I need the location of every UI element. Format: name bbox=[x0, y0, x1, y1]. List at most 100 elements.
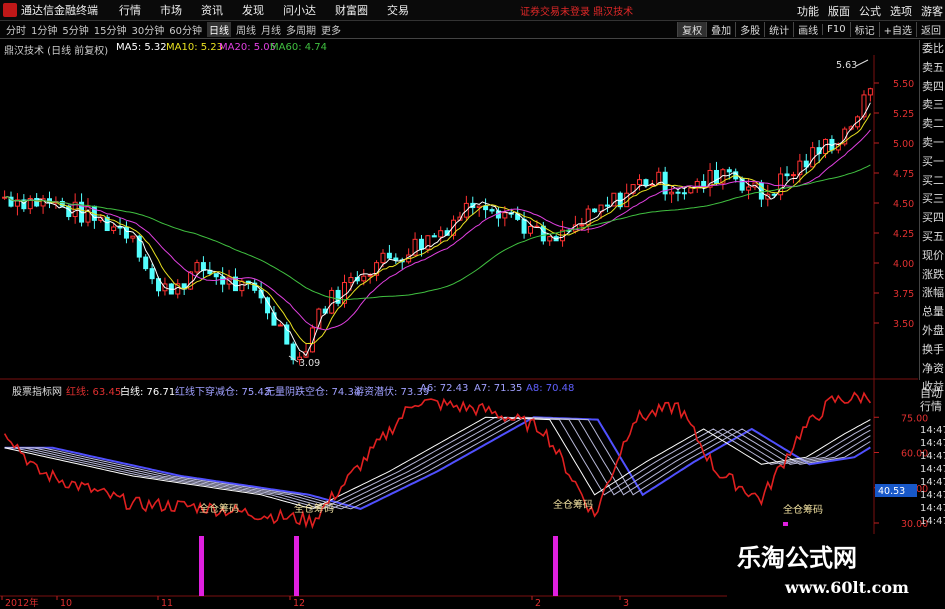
indicator-band-4 bbox=[4, 416, 871, 510]
price-axis-label-8: 3.50 bbox=[893, 319, 914, 330]
candle bbox=[239, 280, 245, 292]
candle bbox=[111, 226, 117, 232]
indicator-band-1 bbox=[4, 416, 871, 510]
signal-0-bar bbox=[199, 536, 204, 596]
indicator-legend-0: 红线: 63.45 bbox=[66, 387, 122, 398]
date-axis-label-0: 2012年 bbox=[5, 597, 39, 609]
indicator-legend-3: 无量阴跌空仓: 74.34 bbox=[265, 387, 361, 398]
candle bbox=[527, 226, 533, 234]
candle bbox=[143, 256, 149, 270]
indicator-side-label-7: 14:47 bbox=[920, 490, 945, 501]
date-axis-label-3: 12 bbox=[293, 598, 305, 609]
date-axis-label-1: 10 bbox=[60, 598, 72, 609]
date-axis-label-2: 11 bbox=[161, 598, 173, 609]
candle bbox=[213, 273, 219, 278]
date-axis-label-5: 3 bbox=[623, 598, 629, 609]
signal-1-label: 全仓筹码 bbox=[294, 502, 334, 515]
candles bbox=[2, 87, 873, 365]
candle bbox=[681, 192, 687, 195]
candle bbox=[746, 186, 752, 191]
signal-2-bar bbox=[553, 536, 558, 596]
date-axis-label-4: 2 bbox=[535, 598, 541, 609]
candle bbox=[431, 235, 437, 238]
candle bbox=[579, 224, 585, 227]
indicator-side-label-8: 14:47 bbox=[920, 503, 945, 514]
candle bbox=[380, 252, 386, 264]
candle bbox=[329, 289, 335, 314]
candle bbox=[34, 197, 40, 207]
candle bbox=[393, 257, 399, 261]
candle bbox=[502, 212, 508, 219]
candle bbox=[418, 238, 424, 250]
indicator-legend-5: A6: 72.43 bbox=[420, 383, 469, 394]
candle bbox=[367, 274, 373, 277]
indicator-side-label-3: 14:47 bbox=[920, 438, 945, 449]
indicator-band-3 bbox=[4, 416, 871, 510]
indicator-band-2 bbox=[4, 416, 871, 510]
candle bbox=[784, 173, 790, 177]
indicator-axis-label-0: 75.00 bbox=[901, 413, 928, 424]
candle bbox=[489, 209, 495, 212]
price-axis-label-1: 5.25 bbox=[893, 109, 914, 120]
high-price-marker: 5.63 bbox=[836, 60, 857, 71]
price-axis-label-5: 4.25 bbox=[893, 229, 914, 240]
indicator-side-label-4: 14:47 bbox=[920, 451, 945, 462]
candle bbox=[861, 94, 867, 118]
ma-line-5 bbox=[4, 102, 871, 357]
indicator-legend-4: 游资潜伏: 73.39 bbox=[354, 387, 430, 398]
candle bbox=[271, 312, 277, 326]
watermark-url: www.60lt.com bbox=[785, 578, 909, 597]
candle bbox=[361, 275, 367, 282]
candle bbox=[790, 174, 796, 177]
indicator-side-label-5: 14:47 bbox=[920, 464, 945, 475]
candle bbox=[688, 187, 694, 194]
price-axis-label-7: 3.75 bbox=[893, 289, 914, 300]
signal-0-label: 全仓筹码 bbox=[199, 502, 239, 515]
candle bbox=[592, 208, 598, 213]
indicator-legend-7: A8: 70.48 bbox=[526, 383, 575, 394]
indicator-side-label-1: 行情 bbox=[920, 400, 942, 413]
low-price-marker: 3.09 bbox=[299, 358, 320, 369]
candle bbox=[130, 235, 136, 239]
candle bbox=[675, 191, 681, 194]
candle bbox=[726, 169, 732, 173]
kline-chart[interactable]: 5.50 5.25 5.00 4.75 4.50 4.25 4.00 3.75 3.50 5.63… bbox=[0, 0, 945, 609]
indicator-legend-1: 白线: 76.71 bbox=[120, 387, 176, 398]
candle bbox=[637, 179, 643, 186]
candle bbox=[386, 252, 392, 259]
ma-line-10 bbox=[4, 113, 871, 345]
indicator-name: 股票指标网 bbox=[12, 387, 62, 398]
indicator-band-0 bbox=[4, 416, 871, 510]
candle bbox=[669, 191, 675, 195]
indicator-red-line bbox=[3, 391, 872, 530]
indicator-side-label-9: 14:47 bbox=[920, 516, 945, 527]
high-price-arrow bbox=[855, 59, 869, 67]
candle bbox=[220, 276, 226, 285]
candle bbox=[521, 218, 527, 234]
candle bbox=[348, 277, 354, 284]
candle bbox=[85, 205, 91, 223]
candle bbox=[604, 204, 610, 207]
signal-3-bar bbox=[783, 522, 788, 526]
indicator-side-label-2: 14:47 bbox=[920, 425, 945, 436]
price-axis-label-4: 4.50 bbox=[893, 199, 914, 210]
candle bbox=[547, 236, 553, 242]
candle bbox=[117, 226, 123, 229]
price-axis-label-0: 5.50 bbox=[893, 79, 914, 90]
candle bbox=[200, 262, 206, 271]
price-axis-label-3: 4.75 bbox=[893, 169, 914, 180]
price-axis-label-6: 4.00 bbox=[893, 259, 914, 270]
candle bbox=[483, 205, 489, 211]
candle bbox=[438, 230, 444, 238]
candle bbox=[643, 179, 649, 186]
candle bbox=[277, 324, 283, 327]
candle bbox=[194, 262, 200, 273]
candle bbox=[867, 88, 873, 96]
signal-2-label: 全仓筹码 bbox=[553, 498, 593, 511]
indicator-band-5 bbox=[4, 416, 871, 510]
candle bbox=[540, 225, 546, 242]
indicator-legend-2: 红线下穿减仓: 75.42 bbox=[175, 387, 271, 398]
price-axis-label-2: 5.00 bbox=[893, 139, 914, 150]
indicator-side-label-0: 自动 bbox=[920, 387, 942, 400]
watermark: 乐淘公式网 www.60lt.com bbox=[727, 534, 919, 604]
